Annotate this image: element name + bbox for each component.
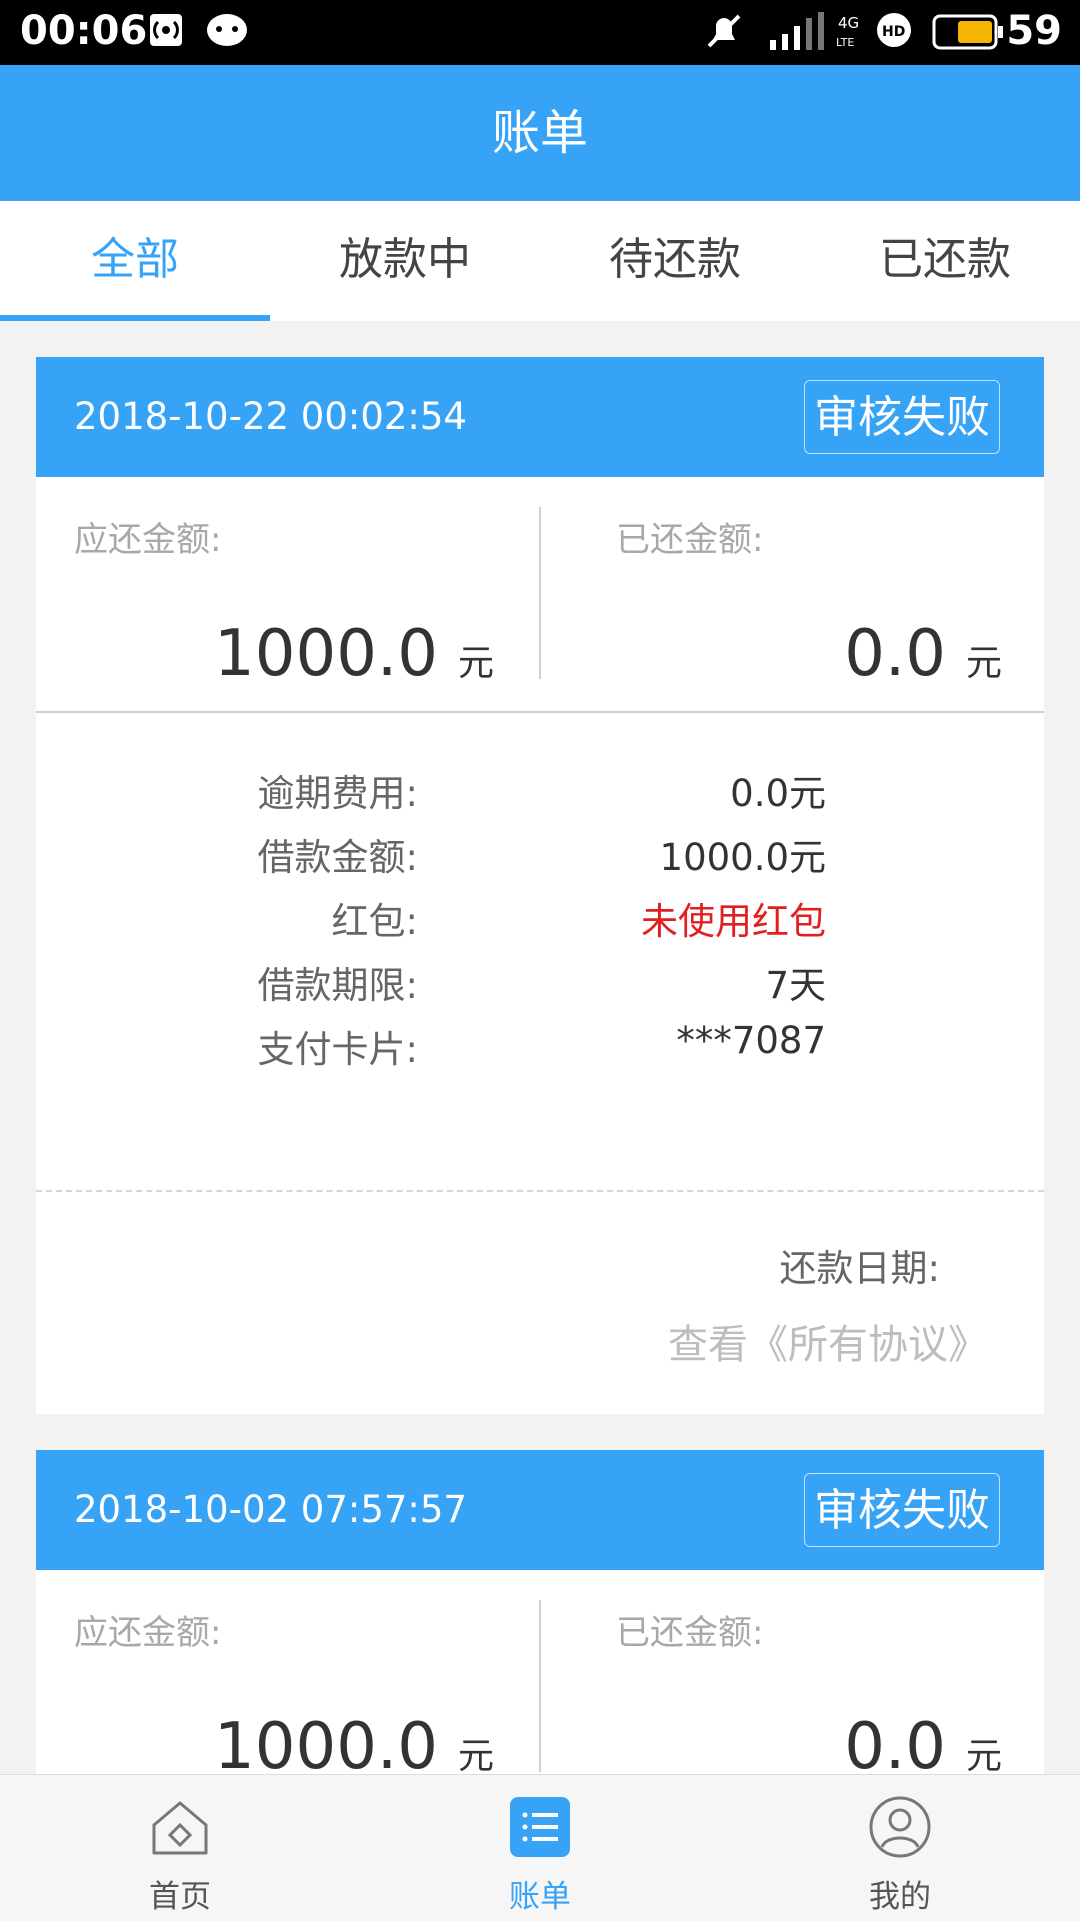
due-amount-value: 1000.0 xyxy=(214,617,438,691)
hd-icon: HD xyxy=(877,13,911,47)
nav-home-label: 首页 xyxy=(149,1879,211,1915)
due-amount-label: 应还金额: xyxy=(74,520,222,560)
status-badge[interactable]: 审核失败 xyxy=(804,380,1000,454)
detail-value: ***7087 xyxy=(676,1019,826,1062)
paid-amount-unit: 元 xyxy=(965,643,1002,684)
bill-card[interactable]: 2018-10-02 07:57:57 审核失败 应还金额: 1000.0 元 已… xyxy=(36,1450,1044,1774)
signal-icon xyxy=(770,12,824,50)
detail-value: 7天 xyxy=(765,964,826,1007)
paid-amount-block: 已还金额: 0.0 元 xyxy=(540,477,1044,711)
detail-label: 借款金额: xyxy=(257,836,418,879)
detail-label: 红包: xyxy=(331,900,418,943)
due-amount-unit: 元 xyxy=(457,1736,494,1774)
due-amount-block: 应还金额: 1000.0 元 xyxy=(36,1570,540,1774)
detail-row-loan-amount: 借款金额: 1000.0元 xyxy=(36,827,1044,887)
bill-card[interactable]: 2018-10-22 00:02:54 审核失败 应还金额: 1000.0 元 已… xyxy=(36,357,1044,1414)
detail-value: 0.0元 xyxy=(730,772,826,815)
svg-text:4G: 4G xyxy=(838,14,859,32)
hotspot-icon xyxy=(150,14,182,46)
paid-amount-value: 0.0 xyxy=(844,617,946,691)
battery-level: 59 xyxy=(1006,8,1062,54)
page-title: 账单 xyxy=(0,65,1080,201)
bill-footer: 还款日期: 查看《所有协议》 xyxy=(36,1192,1044,1414)
tab-pending-repayment[interactable]: 待还款 xyxy=(540,201,810,321)
wechat-icon xyxy=(207,14,247,46)
bill-datetime: 2018-10-02 07:57:57 xyxy=(74,1488,467,1531)
amount-summary: 应还金额: 1000.0 元 已还金额: 0.0 元 xyxy=(36,477,1044,713)
bill-datetime: 2018-10-22 00:02:54 xyxy=(74,395,467,438)
nav-bills-label: 账单 xyxy=(509,1879,571,1915)
due-amount-block: 应还金额: 1000.0 元 xyxy=(36,477,540,711)
detail-row-loan-term: 借款期限: 7天 xyxy=(36,955,1044,1015)
svg-text:LTE: LTE xyxy=(836,36,854,49)
bill-list[interactable]: 2018-10-22 00:02:54 审核失败 应还金额: 1000.0 元 已… xyxy=(0,321,1080,1774)
detail-row-overdue-fee: 逾期费用: 0.0元 xyxy=(36,763,1044,823)
filter-tabs: 全部 放款中 待还款 已还款 xyxy=(0,201,1080,321)
tab-repaid[interactable]: 已还款 xyxy=(810,201,1080,321)
bill-list-icon xyxy=(510,1797,570,1857)
profile-icon xyxy=(869,1796,931,1858)
tab-disbursing[interactable]: 放款中 xyxy=(270,201,540,321)
home-icon xyxy=(152,1801,208,1855)
due-amount-unit: 元 xyxy=(457,643,494,684)
amount-summary: 应还金额: 1000.0 元 已还金额: 0.0 元 xyxy=(36,1570,1044,1774)
bill-details: 逾期费用: 0.0元 借款金额: 1000.0元 红包: 未使用红包 借款期限:… xyxy=(36,713,1044,1192)
detail-value: 未使用红包 xyxy=(641,900,826,943)
nav-home[interactable]: 首页 xyxy=(0,1775,360,1921)
detail-row-payment-card: 支付卡片: ***7087 xyxy=(36,1019,1044,1079)
lte-icon: 4G LTE xyxy=(836,14,859,49)
detail-label: 支付卡片: xyxy=(257,1028,418,1071)
due-amount-label: 应还金额: xyxy=(74,1613,222,1653)
svg-text:HD: HD xyxy=(882,24,905,40)
paid-amount-block: 已还金额: 0.0 元 xyxy=(540,1570,1044,1774)
bill-card-header: 2018-10-22 00:02:54 审核失败 xyxy=(36,357,1044,477)
status-time: 00:06 xyxy=(20,8,148,54)
bottom-nav: 首页 账单 我的 xyxy=(0,1774,1080,1921)
paid-amount: 0.0 元 xyxy=(844,617,1002,691)
due-amount-value: 1000.0 xyxy=(214,1710,438,1774)
nav-bills[interactable]: 账单 xyxy=(360,1775,720,1921)
detail-row-red-packet: 红包: 未使用红包 xyxy=(36,891,1044,951)
paid-amount-label: 已还金额: xyxy=(616,520,764,560)
detail-label: 逾期费用: xyxy=(257,772,418,815)
repay-date-label: 还款日期: xyxy=(779,1247,940,1290)
status-bar: 00:06 4G LTE HD 59 xyxy=(0,0,1080,65)
paid-amount-value: 0.0 xyxy=(844,1710,946,1774)
tab-all[interactable]: 全部 xyxy=(0,201,270,321)
due-amount: 1000.0 元 xyxy=(214,617,494,691)
paid-amount-label: 已还金额: xyxy=(616,1613,764,1653)
detail-value: 1000.0元 xyxy=(659,836,826,879)
paid-amount: 0.0 元 xyxy=(844,1710,1002,1774)
view-agreements-link[interactable]: 查看《所有协议》 xyxy=(668,1312,988,1370)
status-badge[interactable]: 审核失败 xyxy=(804,1473,1000,1547)
mute-icon xyxy=(707,14,741,48)
nav-profile-label: 我的 xyxy=(869,1879,931,1915)
battery-icon xyxy=(932,14,1003,50)
paid-amount-unit: 元 xyxy=(965,1736,1002,1774)
due-amount: 1000.0 元 xyxy=(214,1710,494,1774)
bill-card-header: 2018-10-02 07:57:57 审核失败 xyxy=(36,1450,1044,1570)
detail-label: 借款期限: xyxy=(257,964,418,1007)
nav-profile[interactable]: 我的 xyxy=(720,1775,1080,1921)
